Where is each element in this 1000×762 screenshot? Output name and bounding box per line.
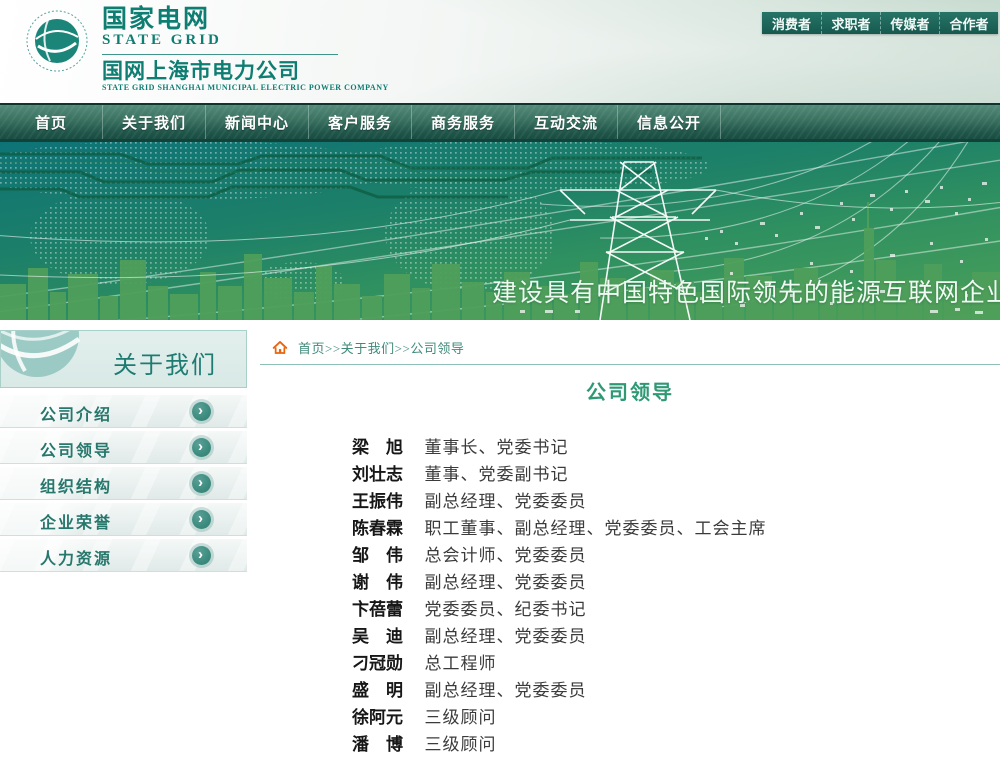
sidebar-item[interactable]: 公司介绍 — [0, 395, 247, 428]
quick-link[interactable]: 传媒者 — [880, 12, 939, 34]
sidebar: CORPORATION OF 关于我们 公司介绍 公司领导 组织结构 — [0, 330, 247, 575]
banner-slogan: 建设具有中国特色国际领先的能源互联网企业 — [492, 273, 1000, 309]
leader-name: 盛 明 — [352, 677, 420, 704]
leader-row: 盛 明 副总经理、党委委员 — [352, 677, 766, 704]
leader-name: 潘 博 — [352, 731, 420, 758]
leader-name: 卞蓓蕾 — [352, 596, 420, 623]
leader-row: 王振伟 副总经理、党委委员 — [352, 488, 766, 515]
sidebar-item-label: 人力资源 — [40, 545, 112, 569]
site-header: 国家电网 STATE GRID 国网上海市电力公司 STATE GRID SHA… — [0, 0, 1000, 103]
nav-item[interactable]: 关于我们 — [103, 105, 206, 139]
quick-link[interactable]: 合作者 — [939, 12, 998, 34]
page-title: 公司领导 — [260, 376, 1000, 405]
sidebar-item-label: 公司介绍 — [40, 401, 112, 425]
sidebar-item-label: 组织结构 — [40, 473, 112, 497]
home-icon[interactable] — [272, 340, 288, 355]
company-name-en: STATE GRID SHANGHAI MUNICIPAL ELECTRIC P… — [102, 83, 389, 93]
nav-item[interactable]: 信息公开 — [618, 105, 721, 139]
quick-link[interactable]: 消费者 — [762, 12, 821, 34]
audience-quick-links: 消费者 求职者 传媒者 合作者 — [762, 12, 998, 34]
leader-title: 三级顾问 — [424, 708, 496, 727]
logo-title-en: STATE GRID — [102, 32, 389, 48]
nav-item[interactable]: 首页 — [0, 105, 103, 139]
leaders-list: 梁 旭 董事长、党委书记 刘壮志 董事、党委副书记 王振伟 副总经理、党委委员 … — [352, 434, 766, 758]
sidebar-header: CORPORATION OF 关于我们 — [0, 330, 247, 388]
sidebar-item-label: 企业荣誉 — [40, 509, 112, 533]
sidebar-item-label: 公司领导 — [40, 437, 112, 461]
sidebar-item[interactable]: 企业荣誉 — [0, 503, 247, 536]
quick-link[interactable]: 求职者 — [821, 12, 880, 34]
arrow-circle-icon — [192, 438, 211, 457]
breadcrumb: 首页>>关于我们>>公司领导 — [272, 338, 464, 357]
leader-name: 陈春霖 — [352, 515, 420, 542]
sidebar-item[interactable]: 组织结构 — [0, 467, 247, 500]
leader-title: 总工程师 — [424, 654, 496, 673]
breadcrumb-text[interactable]: 首页>>关于我们>>公司领导 — [298, 338, 464, 357]
leader-title: 三级顾问 — [424, 735, 496, 754]
leader-name: 刁冠勋 — [352, 650, 420, 677]
company-name-cn: 国网上海市电力公司 — [102, 60, 389, 83]
leader-title: 董事长、党委书记 — [424, 438, 568, 457]
logo-divider — [102, 54, 338, 55]
arrow-circle-icon — [192, 546, 211, 565]
leader-name: 梁 旭 — [352, 434, 420, 461]
leader-title: 副总经理、党委委员 — [424, 573, 586, 592]
leader-title: 副总经理、党委委员 — [424, 681, 586, 700]
main-nav: 首页 关于我们 新闻中心 客户服务 商务服务 互动交流 信息公开 — [0, 103, 1000, 142]
hero-banner: 建设具有中国特色国际领先的能源互联网企业 — [0, 142, 1000, 320]
leader-row: 谢 伟 副总经理、党委委员 — [352, 569, 766, 596]
sidebar-title: 关于我们 — [113, 345, 217, 380]
leader-title: 副总经理、党委委员 — [424, 492, 586, 511]
logo-block: 国家电网 STATE GRID 国网上海市电力公司 STATE GRID SHA… — [26, 6, 389, 93]
sidebar-item[interactable]: 公司领导 — [0, 431, 247, 464]
nav-item[interactable]: 商务服务 — [412, 105, 515, 139]
nav-item[interactable]: 互动交流 — [515, 105, 618, 139]
arrow-circle-icon — [192, 402, 211, 421]
leader-name: 徐阿元 — [352, 704, 420, 731]
sidebar-menu: 公司介绍 公司领导 组织结构 企业荣誉 — [0, 395, 247, 572]
logo-text: 国家电网 STATE GRID 国网上海市电力公司 STATE GRID SHA… — [102, 6, 389, 93]
arrow-circle-icon — [192, 474, 211, 493]
leader-row: 陈春霖 职工董事、副总经理、党委委员、工会主席 — [352, 515, 766, 542]
page: 国家电网 STATE GRID 国网上海市电力公司 STATE GRID SHA… — [0, 0, 1000, 762]
main-content: 首页>>关于我们>>公司领导 公司领导 梁 旭 董事长、党委书记 刘壮志 董事、… — [260, 320, 1000, 762]
nav-item[interactable]: 客户服务 — [309, 105, 412, 139]
leader-row: 潘 博 三级顾问 — [352, 731, 766, 758]
breadcrumb-divider — [260, 364, 1000, 365]
leader-row: 吴 迪 副总经理、党委委员 — [352, 623, 766, 650]
leader-row: 刁冠勋 总工程师 — [352, 650, 766, 677]
state-grid-logo-icon — [26, 10, 88, 72]
arrow-circle-icon — [192, 510, 211, 529]
sidebar-item[interactable]: 人力资源 — [0, 539, 247, 572]
leader-name: 邹 伟 — [352, 542, 420, 569]
logo-title-cn: 国家电网 — [102, 6, 389, 32]
leader-title: 总会计师、党委委员 — [424, 546, 586, 565]
leader-name: 谢 伟 — [352, 569, 420, 596]
leader-title: 副总经理、党委委员 — [424, 627, 586, 646]
leader-row: 梁 旭 董事长、党委书记 — [352, 434, 766, 461]
leader-title: 职工董事、副总经理、党委委员、工会主席 — [424, 519, 766, 538]
leader-title: 董事、党委副书记 — [424, 465, 568, 484]
leader-row: 邹 伟 总会计师、党委委员 — [352, 542, 766, 569]
leader-title: 党委委员、纪委书记 — [424, 600, 586, 619]
leader-name: 刘壮志 — [352, 461, 420, 488]
leader-name: 王振伟 — [352, 488, 420, 515]
leader-row: 刘壮志 董事、党委副书记 — [352, 461, 766, 488]
leader-name: 吴 迪 — [352, 623, 420, 650]
nav-item[interactable]: 新闻中心 — [206, 105, 309, 139]
leader-row: 徐阿元 三级顾问 — [352, 704, 766, 731]
leader-row: 卞蓓蕾 党委委员、纪委书记 — [352, 596, 766, 623]
